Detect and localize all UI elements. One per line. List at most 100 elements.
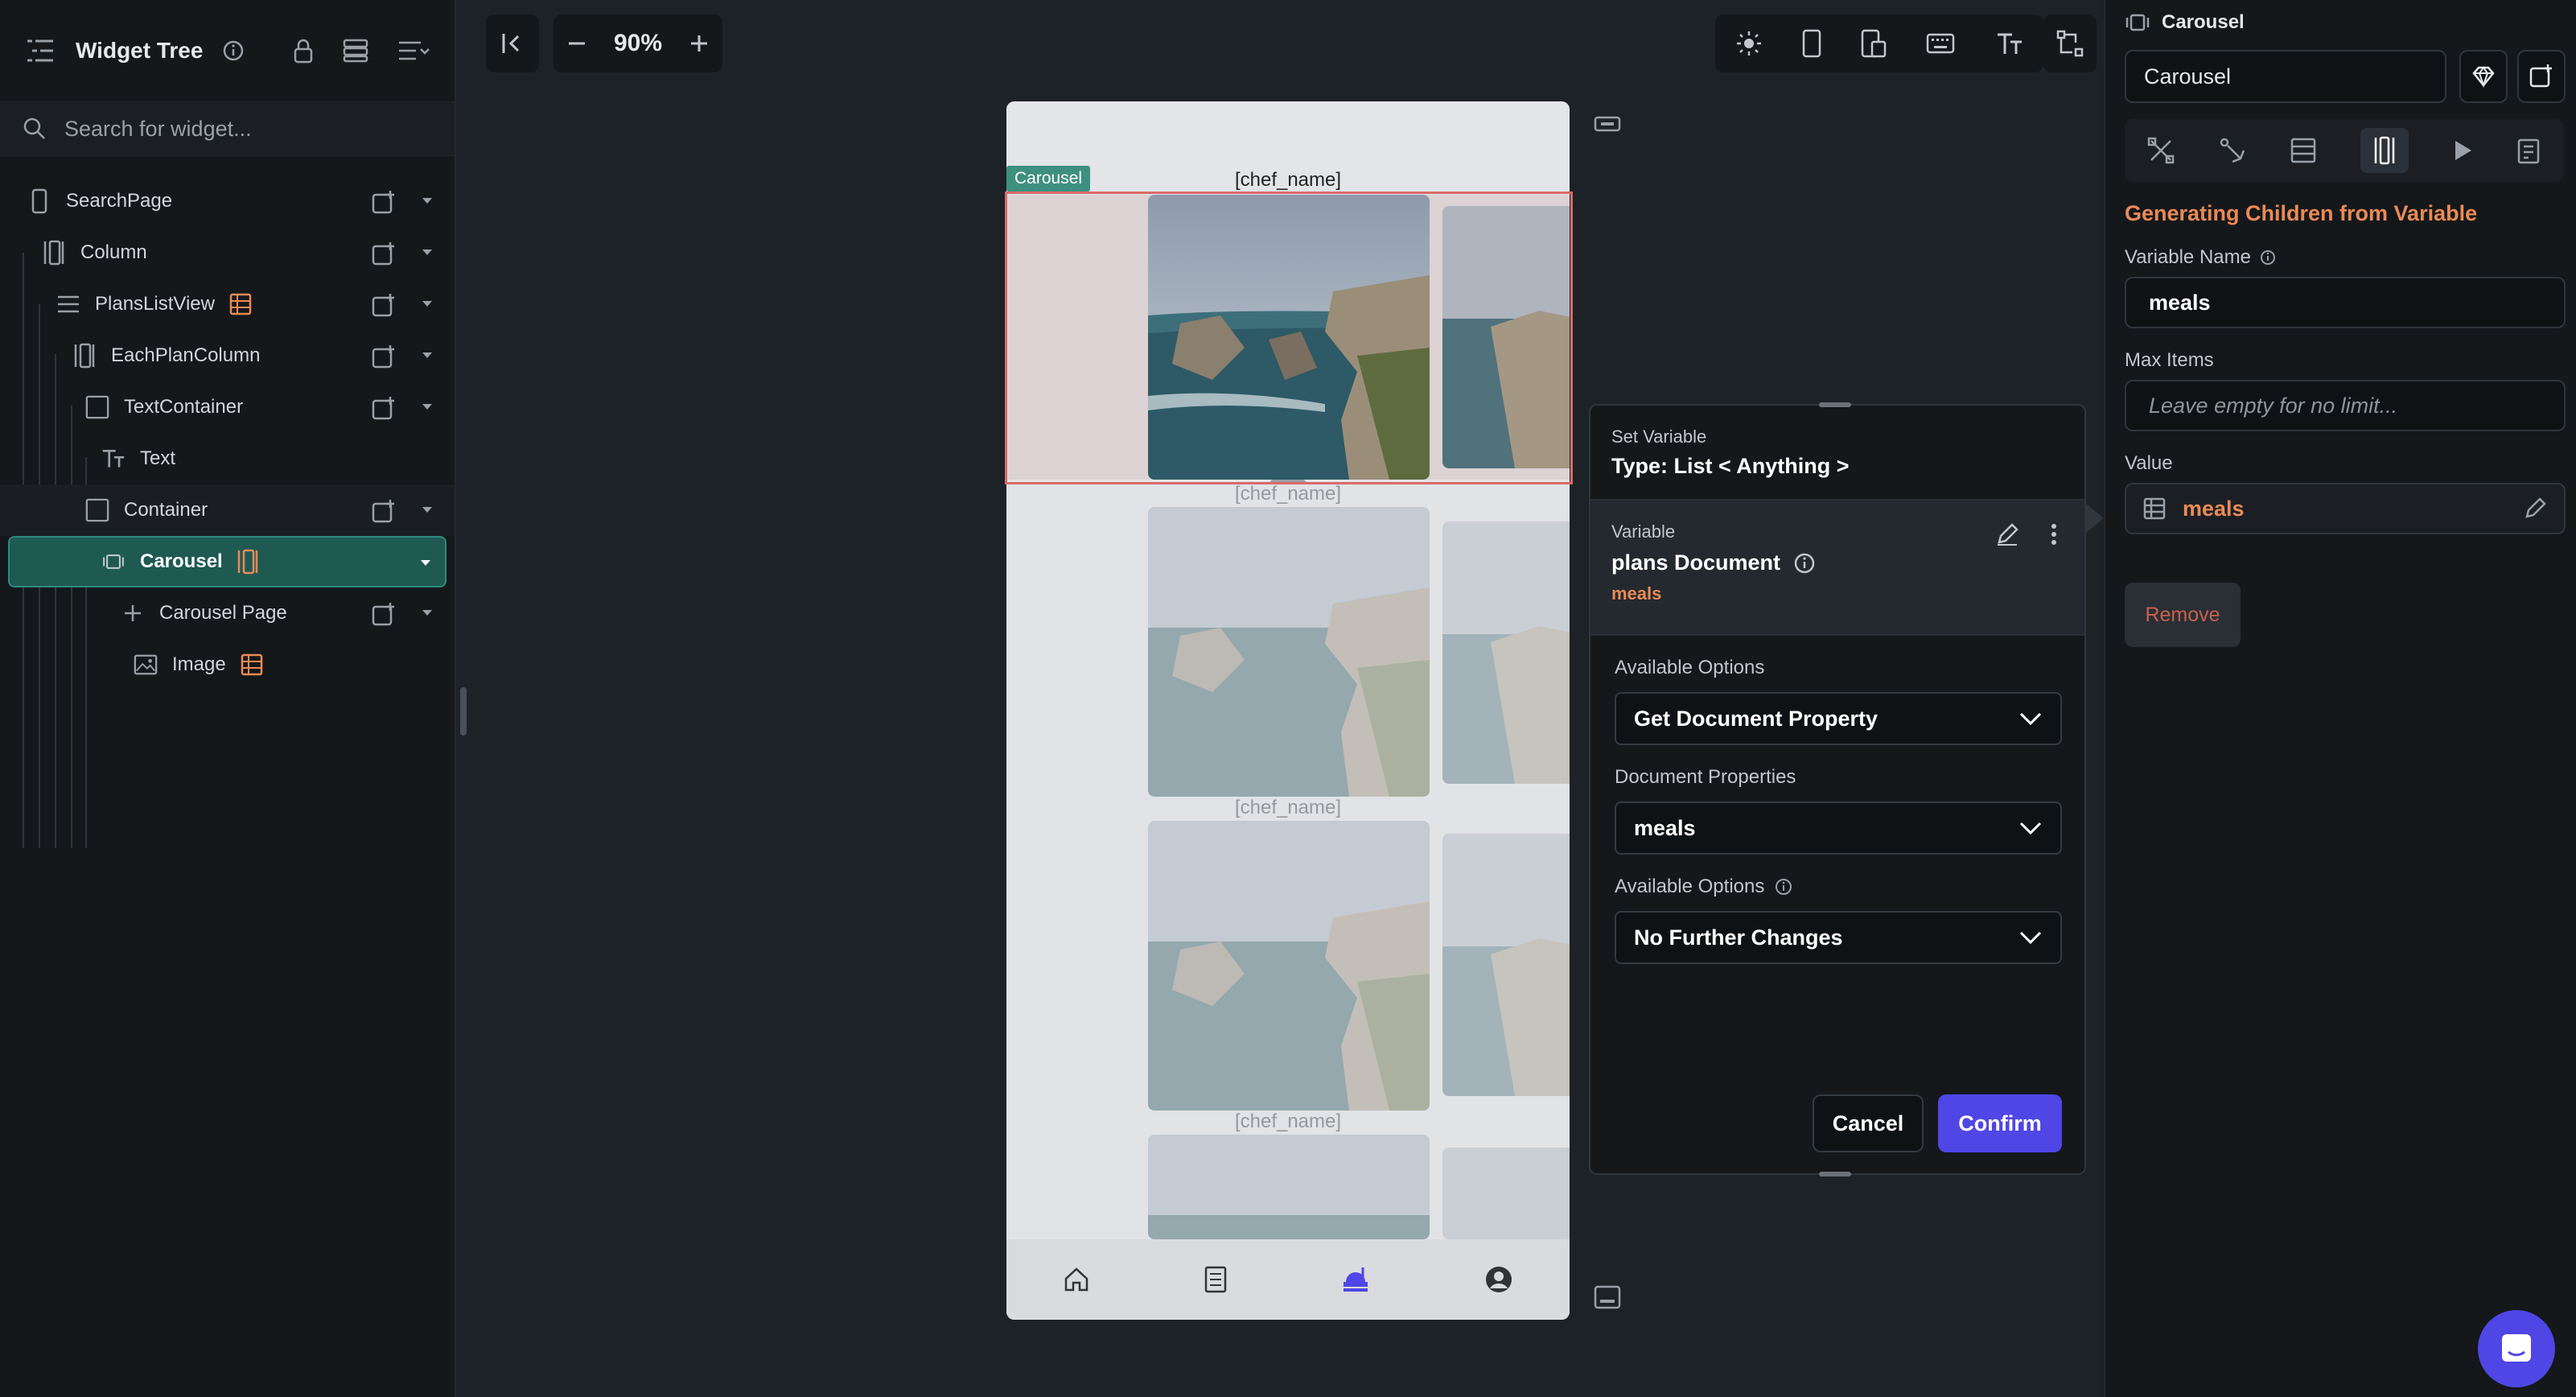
chevron-down-icon[interactable] — [422, 249, 432, 255]
diamond-button[interactable] — [2459, 50, 2508, 103]
tree-item-column[interactable]: Column — [0, 227, 455, 278]
add-widget-icon[interactable] — [371, 190, 397, 216]
info-icon[interactable] — [1793, 552, 1816, 575]
chevron-down-icon — [2018, 821, 2043, 835]
play-icon — [2455, 141, 2471, 160]
add-widget-icon[interactable] — [371, 499, 397, 525]
chevron-down-icon — [2018, 930, 2043, 945]
info-icon[interactable] — [2259, 249, 2277, 266]
tab-design[interactable] — [2146, 136, 2175, 165]
profile-icon[interactable] — [1484, 1265, 1513, 1294]
plus-icon — [121, 601, 145, 625]
tree-item-textcontainer[interactable]: TextContainer — [0, 381, 455, 433]
properties-header: Carousel — [2125, 11, 2245, 34]
tab-actions[interactable] — [2218, 136, 2247, 165]
database-icon — [241, 653, 263, 676]
tree-item-label: PlansListView — [95, 293, 215, 315]
dialog-title: Set Variable — [1611, 427, 1707, 447]
tree-item-text[interactable]: Text — [0, 433, 455, 484]
chef-name-text: [chef_name] — [1234, 169, 1342, 191]
widget-tree-header: Widget Tree — [0, 0, 455, 101]
variable-name-input[interactable]: meals — [2125, 277, 2566, 328]
max-items-input[interactable]: Leave empty for no limit... — [2125, 380, 2566, 431]
keyboard-icon[interactable] — [1926, 33, 1955, 54]
info-icon[interactable] — [1774, 877, 1793, 896]
lock-icon[interactable] — [292, 38, 315, 64]
tree-item-image[interactable]: Image — [0, 639, 455, 690]
available-options-2-dropdown[interactable]: No Further Changes — [1615, 911, 2062, 964]
tree-item-planslistview[interactable]: PlansListView — [0, 278, 455, 330]
zoom-out-button[interactable] — [566, 33, 587, 54]
home-icon[interactable] — [1063, 1266, 1090, 1293]
zoom-in-button[interactable] — [689, 33, 710, 54]
chevron-down-icon[interactable] — [421, 560, 430, 566]
tree-item-label: Carousel — [140, 550, 223, 572]
add-widget-icon[interactable] — [371, 241, 397, 267]
tree-item-eachplancolumn[interactable]: EachPlanColumn — [0, 330, 455, 381]
variable-name: plans Document — [1611, 550, 1781, 575]
tree-item-carousel[interactable]: Carousel — [8, 536, 446, 587]
tree-item-carousel-page[interactable]: Carousel Page — [0, 587, 455, 639]
tab-notes[interactable] — [2516, 136, 2542, 165]
dimmed-overlay — [1006, 483, 1570, 1239]
tree-item-container[interactable]: Container — [0, 484, 455, 536]
chat-support-button[interactable] — [2478, 1310, 2555, 1387]
tab-backend-query[interactable] — [2290, 137, 2317, 164]
chevron-down-icon[interactable] — [422, 198, 432, 204]
chat-icon — [2502, 1334, 2531, 1362]
add-widget-icon[interactable] — [371, 602, 397, 628]
widget-name-input[interactable]: Carousel — [2125, 50, 2446, 103]
add-widget-icon[interactable] — [371, 344, 397, 370]
add-widget-icon[interactable] — [371, 396, 397, 422]
add-widget-icon[interactable] — [371, 293, 397, 319]
document-properties-dropdown[interactable]: meals — [1615, 802, 2062, 855]
chevron-down-icon[interactable] — [422, 301, 432, 307]
phone-icon[interactable] — [1802, 29, 1821, 58]
zoom-level[interactable]: 90% — [614, 30, 662, 57]
dialog-handle[interactable] — [1819, 1172, 1851, 1177]
available-options-dropdown[interactable]: Get Document Property — [1615, 692, 2062, 745]
carousel-tag: Carousel — [1006, 166, 1091, 192]
food-icon[interactable] — [1340, 1264, 1371, 1295]
variable-card[interactable]: Variable plans Document meals — [1590, 501, 2084, 636]
properties-panel: Carousel Carousel Generating Children fr… — [2105, 0, 2576, 1397]
widget-search-bar[interactable]: Search for widget... — [0, 101, 455, 156]
chevron-down-icon — [2018, 711, 2043, 726]
edit-icon[interactable] — [2522, 496, 2548, 521]
tab-animations[interactable] — [2451, 138, 2474, 163]
remove-button[interactable]: Remove — [2125, 583, 2241, 647]
chevron-down-icon[interactable] — [422, 507, 432, 513]
tree-scrollbar[interactable] — [460, 687, 467, 736]
add-widget-button[interactable] — [2517, 50, 2566, 103]
tab-generate-children[interactable] — [2360, 128, 2409, 173]
expand-icon[interactable] — [1593, 109, 1622, 138]
section-title: Generating Children from Variable — [2125, 201, 2478, 225]
info-icon[interactable] — [222, 39, 245, 62]
collapse-panel-button[interactable] — [486, 14, 539, 72]
sun-icon[interactable] — [1735, 30, 1763, 57]
layers-icon[interactable] — [342, 38, 369, 64]
dialog-handle[interactable] — [1819, 402, 1851, 407]
text-size-icon[interactable] — [1994, 31, 2023, 56]
tablet-icon[interactable] — [1861, 29, 1887, 58]
cancel-button[interactable]: Cancel — [1813, 1094, 1924, 1152]
collapse-all-icon[interactable] — [397, 39, 430, 63]
confirm-button[interactable]: Confirm — [1938, 1094, 2062, 1152]
column-icon — [72, 343, 97, 369]
edit-icon[interactable] — [1994, 521, 2020, 547]
search-placeholder: Search for widget... — [64, 116, 252, 141]
keyboard-toggle-icon[interactable] — [1593, 1283, 1622, 1312]
carousel-icon — [2125, 13, 2150, 32]
chevron-down-icon[interactable] — [422, 610, 432, 616]
diamond-icon — [2472, 66, 2495, 88]
tools-icon — [2147, 137, 2174, 164]
chevron-down-icon[interactable] — [422, 404, 432, 410]
chevron-down-icon[interactable] — [422, 352, 432, 358]
column-icon — [237, 549, 258, 575]
more-vert-icon[interactable] — [2051, 523, 2057, 546]
receipt-icon[interactable] — [1204, 1265, 1228, 1294]
tree-item-searchpage[interactable]: SearchPage — [0, 175, 455, 227]
collapse-left-icon — [502, 34, 520, 53]
flow-view-button[interactable] — [2043, 14, 2097, 72]
value-field[interactable]: meals — [2125, 483, 2566, 534]
